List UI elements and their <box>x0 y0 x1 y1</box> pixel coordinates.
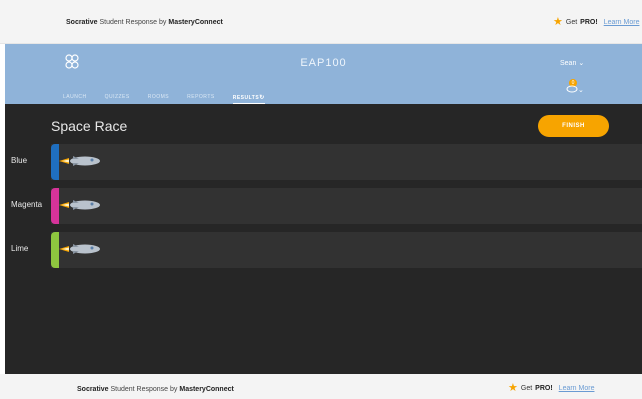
race-lane-blue: Blue <box>5 144 642 180</box>
page-title: Space Race <box>51 118 128 134</box>
race-track <box>51 232 642 268</box>
footer-get-pro[interactable]: ★ Get PRO! Learn More <box>508 382 595 394</box>
chevron-down-icon: ⌄ <box>578 60 585 67</box>
footer-get-pro-label[interactable]: PRO! <box>535 385 553 392</box>
class-header: EAP100 Sean ⌄ 0 ⌄ LAUNCH QUIZZES ROOMS R… <box>5 44 642 104</box>
team-color-tab <box>51 144 59 180</box>
race-track <box>51 188 642 224</box>
footer-brand-text: Socrative Student Response by MasteryCon… <box>77 386 234 393</box>
nav-results-label: RESULTS <box>232 95 260 101</box>
user-menu[interactable]: Sean ⌄ <box>560 59 584 67</box>
race-lane-lime: Lime <box>5 232 642 268</box>
nav-rooms[interactable]: ROOMS <box>148 94 169 104</box>
notifications-button[interactable]: 0 ⌄ <box>566 79 584 95</box>
nav-quizzes[interactable]: QUIZZES <box>105 94 130 104</box>
team-label: Magenta <box>11 200 43 209</box>
nav-results[interactable]: RESULTS↻ <box>232 94 265 104</box>
learn-more-link[interactable]: Learn More <box>604 19 640 26</box>
footer-bar: Socrative Student Response by MasteryCon… <box>0 374 642 399</box>
race-lane-magenta: Magenta <box>5 188 642 224</box>
get-pro[interactable]: ★ Get PRO! Learn More <box>553 16 640 28</box>
brand-text: Socrative Student Response by MasteryCon… <box>66 19 223 26</box>
main-nav: LAUNCH QUIZZES ROOMS REPORTS RESULTS↻ <box>63 94 283 104</box>
rocket-icon <box>59 156 100 166</box>
team-color-tab <box>51 232 59 268</box>
star-icon: ★ <box>553 16 563 28</box>
get-pro-label[interactable]: PRO! <box>580 19 598 26</box>
space-race-stage: Space Race FINISH Blue Magenta Lime <box>5 104 642 374</box>
rocket-icon <box>59 244 100 254</box>
nav-launch[interactable]: LAUNCH <box>63 94 87 104</box>
brand-tagline: Student Response by <box>97 19 169 26</box>
footer-brand-company: MasteryConnect <box>179 386 234 393</box>
user-name: Sean <box>560 60 577 67</box>
get-pro-prefix: Get <box>565 19 578 26</box>
finish-button[interactable]: FINISH <box>538 115 609 137</box>
chevron-down-icon: ⌄ <box>578 87 584 94</box>
footer-get-pro-prefix: Get <box>520 385 533 392</box>
rocket-icon <box>59 200 100 210</box>
footer-brand-name: Socrative <box>77 386 109 393</box>
spinner-icon: ↻ <box>259 95 265 101</box>
bell-icon <box>566 85 578 93</box>
star-icon: ★ <box>508 382 518 394</box>
top-bar: Socrative Student Response by MasteryCon… <box>0 0 642 44</box>
team-label: Blue <box>11 156 28 165</box>
nav-reports[interactable]: REPORTS <box>187 94 215 104</box>
team-color-tab <box>51 188 59 224</box>
race-track <box>51 144 642 180</box>
footer-brand-tagline: Student Response by <box>108 386 180 393</box>
team-label: Lime <box>11 244 29 253</box>
footer-learn-more-link[interactable]: Learn More <box>559 385 595 392</box>
brand-company: MasteryConnect <box>168 19 223 26</box>
class-name: EAP100 <box>300 57 347 69</box>
brand-name: Socrative <box>66 19 98 26</box>
